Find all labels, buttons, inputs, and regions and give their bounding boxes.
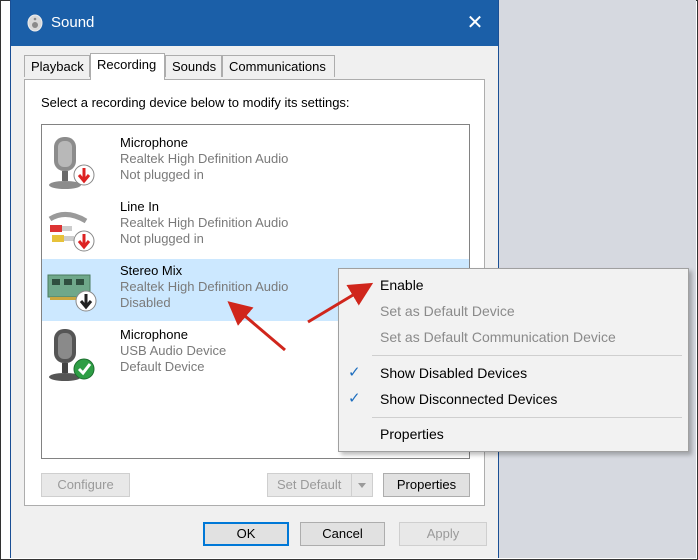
checkmark-icon: ✓ [348,390,361,407]
microphone-icon [49,137,95,189]
checkmark-icon: ✓ [348,364,361,381]
ok-button[interactable]: OK [203,522,289,546]
device-driver: Realtek High Definition Audio [120,215,289,230]
menu-separator [372,355,682,356]
menu-item-label: Properties [380,426,444,442]
cancel-button[interactable]: Cancel [300,522,385,546]
list-item[interactable]: Microphone Realtek High Definition Audio… [42,131,469,193]
menu-item-properties[interactable]: Properties [339,421,688,447]
microphone-icon [49,329,95,381]
line-in-cable-icon [48,212,95,252]
list-item[interactable]: Line In Realtek High Definition Audio No… [42,195,469,257]
menu-item-label: Show Disconnected Devices [380,391,558,407]
device-status: Not plugged in [120,231,204,246]
device-driver: USB Audio Device [120,343,227,358]
device-driver: Realtek High Definition Audio [120,279,289,294]
tab-recording[interactable]: Recording [90,53,165,80]
instruction-text: Select a recording device below to modif… [41,95,350,110]
device-name: Line In [120,199,160,214]
set-default-label: Set Default [277,477,342,492]
menu-item-show-disconnected-devices[interactable]: ✓ Show Disconnected Devices [339,386,688,412]
menu-item-set-default-communication-device[interactable]: Set as Default Communication Device [339,324,688,350]
context-menu: Enable Set as Default Device Set as Defa… [338,268,689,452]
title-bar[interactable]: Sound ✕ [11,0,498,46]
sound-card-icon [47,274,97,312]
chevron-down-icon [358,483,366,488]
menu-item-label: Enable [380,277,424,293]
menu-item-label: Show Disabled Devices [380,365,528,381]
speaker-icon [27,14,43,32]
window-title: Sound [51,14,95,31]
device-name: Microphone [120,135,188,150]
menu-item-show-disabled-devices[interactable]: ✓ Show Disabled Devices [339,360,688,386]
device-name: Microphone [120,327,188,342]
menu-separator [372,417,682,418]
device-status: Not plugged in [120,167,204,182]
device-name: Stereo Mix [120,263,183,278]
set-default-dropdown[interactable] [351,474,372,496]
tab-communications[interactable]: Communications [222,55,335,77]
device-status: Default Device [120,359,205,374]
apply-button[interactable]: Apply [399,522,487,546]
menu-item-label: Set as Default Device [380,303,515,319]
tab-sounds[interactable]: Sounds [165,55,222,77]
close-icon[interactable]: ✕ [462,10,488,36]
set-default-button[interactable]: Set Default [267,473,373,497]
menu-item-label: Set as Default Communication Device [380,329,616,345]
menu-item-set-default-device[interactable]: Set as Default Device [339,298,688,324]
device-status: Disabled [120,295,171,310]
properties-button[interactable]: Properties [383,473,470,497]
menu-item-enable[interactable]: Enable [339,272,688,298]
device-driver: Realtek High Definition Audio [120,151,289,166]
configure-button[interactable]: Configure [41,473,130,497]
tab-playback[interactable]: Playback [24,55,90,77]
